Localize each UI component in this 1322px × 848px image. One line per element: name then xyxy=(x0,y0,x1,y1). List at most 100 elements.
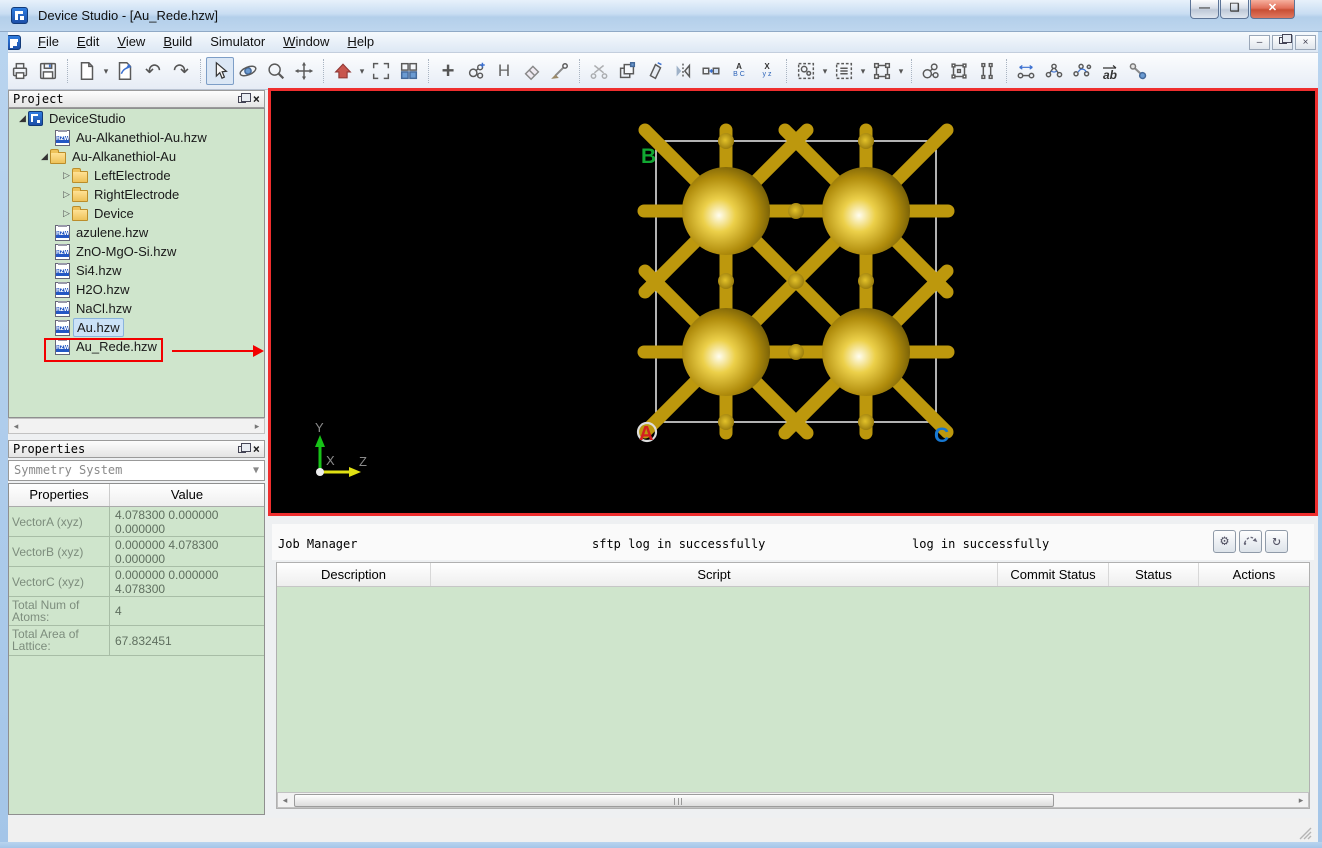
menu-edit[interactable]: Edit xyxy=(68,32,108,52)
pan-tool-icon[interactable] xyxy=(290,57,318,85)
float-panel-icon[interactable] xyxy=(238,446,246,453)
save-icon[interactable] xyxy=(34,57,62,85)
cell-tool-caret-icon[interactable]: ▾ xyxy=(896,66,906,77)
tree-item-file[interactable]: HZW azulene.hzw xyxy=(9,223,264,242)
menu-view[interactable]: View xyxy=(108,32,154,52)
close-button[interactable]: ✕ xyxy=(1250,0,1295,19)
tree-item-file[interactable]: HZW Si4.hzw xyxy=(9,261,264,280)
export-icon[interactable] xyxy=(111,57,139,85)
au-atom[interactable] xyxy=(682,167,770,255)
print-icon[interactable] xyxy=(6,57,34,85)
select-region-icon[interactable] xyxy=(792,57,820,85)
au-atom[interactable] xyxy=(822,308,910,396)
column-commit-status[interactable]: Commit Status xyxy=(998,563,1109,586)
scrollbar-thumb[interactable] xyxy=(294,794,1054,807)
close-panel-icon[interactable]: × xyxy=(253,443,260,455)
structure-viewport[interactable]: B A C Y X Z xyxy=(268,88,1318,516)
tree-item-folder[interactable]: ▷ RightElectrode xyxy=(9,185,264,204)
hzw-file-icon: HZW xyxy=(55,301,70,317)
symmetry-system-dropdown[interactable]: Symmetry System ▼ xyxy=(8,460,265,481)
mdi-close-button[interactable]: × xyxy=(1295,35,1316,50)
draw-bond-icon[interactable] xyxy=(546,57,574,85)
column-actions[interactable]: Actions xyxy=(1199,563,1309,586)
menu-simulator[interactable]: Simulator xyxy=(201,32,274,52)
au-atom[interactable] xyxy=(682,308,770,396)
scroll-left-icon[interactable]: ◂ xyxy=(9,421,23,432)
job-transfer-button[interactable] xyxy=(1239,530,1262,553)
scroll-right-icon[interactable]: ▸ xyxy=(250,421,264,432)
home-view-caret-icon[interactable]: ▾ xyxy=(357,66,367,77)
lattice-icon[interactable] xyxy=(973,57,1001,85)
mirror-build-icon[interactable] xyxy=(641,57,669,85)
home-view-icon[interactable] xyxy=(329,57,357,85)
rotate-tool-icon[interactable] xyxy=(234,57,262,85)
align-icon[interactable] xyxy=(830,57,858,85)
reflect-icon[interactable] xyxy=(669,57,697,85)
tile-windows-icon[interactable] xyxy=(395,57,423,85)
scroll-left-icon[interactable]: ◂ xyxy=(278,795,292,806)
select-tool-icon[interactable] xyxy=(206,57,234,85)
measure-angle-icon[interactable] xyxy=(1040,57,1068,85)
fit-view-icon[interactable] xyxy=(367,57,395,85)
scroll-right-icon[interactable]: ▸ xyxy=(1294,795,1308,806)
project-tree-hscrollbar[interactable]: ◂ ▸ xyxy=(8,418,265,434)
close-panel-icon[interactable]: × xyxy=(253,93,260,105)
measure-dihedral-icon[interactable] xyxy=(1068,57,1096,85)
new-file-caret-icon[interactable]: ▾ xyxy=(101,66,111,77)
mdi-restore-button[interactable] xyxy=(1272,35,1293,50)
float-panel-icon[interactable] xyxy=(238,96,246,103)
tree-item-devicestudio[interactable]: ◢ DeviceStudio xyxy=(9,109,264,128)
add-atom-icon[interactable]: + xyxy=(434,57,462,85)
mdi-minimize-button[interactable]: – xyxy=(1249,35,1270,50)
project-panel-title: Project xyxy=(13,92,64,106)
menu-window[interactable]: Window xyxy=(274,32,338,52)
copy-structure-icon[interactable] xyxy=(613,57,641,85)
redo-icon[interactable]: ↷ xyxy=(167,57,195,85)
tree-item-file[interactable]: HZW NaCl.hzw xyxy=(9,299,264,318)
eraser-icon[interactable] xyxy=(518,57,546,85)
supercell-icon[interactable] xyxy=(945,57,973,85)
au-atom[interactable] xyxy=(822,167,910,255)
swap-xyz-icon[interactable]: Xy z xyxy=(753,57,781,85)
expander-open-icon[interactable]: ◢ xyxy=(17,113,28,124)
select-region-caret-icon[interactable]: ▾ xyxy=(820,66,830,77)
expander-closed-icon[interactable]: ▷ xyxy=(61,189,72,200)
zoom-tool-icon[interactable] xyxy=(262,57,290,85)
expander-closed-icon[interactable]: ▷ xyxy=(61,170,72,181)
job-settings-button[interactable]: ⚙ xyxy=(1213,530,1236,553)
new-file-icon[interactable] xyxy=(73,57,101,85)
label-ab-icon[interactable]: ab xyxy=(1096,57,1124,85)
transform-structure-icon[interactable] xyxy=(697,57,725,85)
column-status[interactable]: Status xyxy=(1109,563,1199,586)
align-caret-icon[interactable]: ▾ xyxy=(858,66,868,77)
break-bond-icon[interactable] xyxy=(585,57,613,85)
undo-icon[interactable]: ↶ xyxy=(139,57,167,85)
job-table-hscrollbar[interactable]: ◂ ▸ xyxy=(277,792,1309,808)
column-script[interactable]: Script xyxy=(431,563,998,586)
menu-help[interactable]: Help xyxy=(338,32,383,52)
add-hydrogen-icon[interactable]: H xyxy=(490,57,518,85)
resize-grip-icon[interactable] xyxy=(1299,827,1312,840)
cluster-icon[interactable] xyxy=(917,57,945,85)
measure-distance-icon[interactable] xyxy=(1012,57,1040,85)
tree-item-file[interactable]: HZW ZnO-MgO-Si.hzw xyxy=(9,242,264,261)
tree-item-file[interactable]: HZW Au-Alkanethiol-Au.hzw xyxy=(9,128,264,147)
tree-item-folder[interactable]: ◢ Au-Alkanethiol-Au xyxy=(9,147,264,166)
expander-open-icon[interactable]: ◢ xyxy=(39,151,50,162)
column-description[interactable]: Description xyxy=(277,563,431,586)
minimize-button[interactable]: — xyxy=(1190,0,1219,19)
maximize-button[interactable]: ❑ xyxy=(1220,0,1249,19)
tree-item-folder[interactable]: ▷ Device xyxy=(9,204,264,223)
tree-item-file-selected[interactable]: HZW Au.hzw xyxy=(9,318,264,337)
expander-closed-icon[interactable]: ▷ xyxy=(61,208,72,219)
tree-item-file[interactable]: HZW H2O.hzw xyxy=(9,280,264,299)
tree-item-folder[interactable]: ▷ LeftElectrode xyxy=(9,166,264,185)
add-fragment-icon[interactable] xyxy=(462,57,490,85)
menu-build[interactable]: Build xyxy=(154,32,201,52)
swap-abc-icon[interactable]: AB C xyxy=(725,57,753,85)
axis-label-z: Z xyxy=(359,454,367,469)
menu-file[interactable]: File xyxy=(29,32,68,52)
bond-order-icon[interactable] xyxy=(1124,57,1152,85)
cell-tool-icon[interactable] xyxy=(868,57,896,85)
job-refresh-button[interactable]: ↻ xyxy=(1265,530,1288,553)
